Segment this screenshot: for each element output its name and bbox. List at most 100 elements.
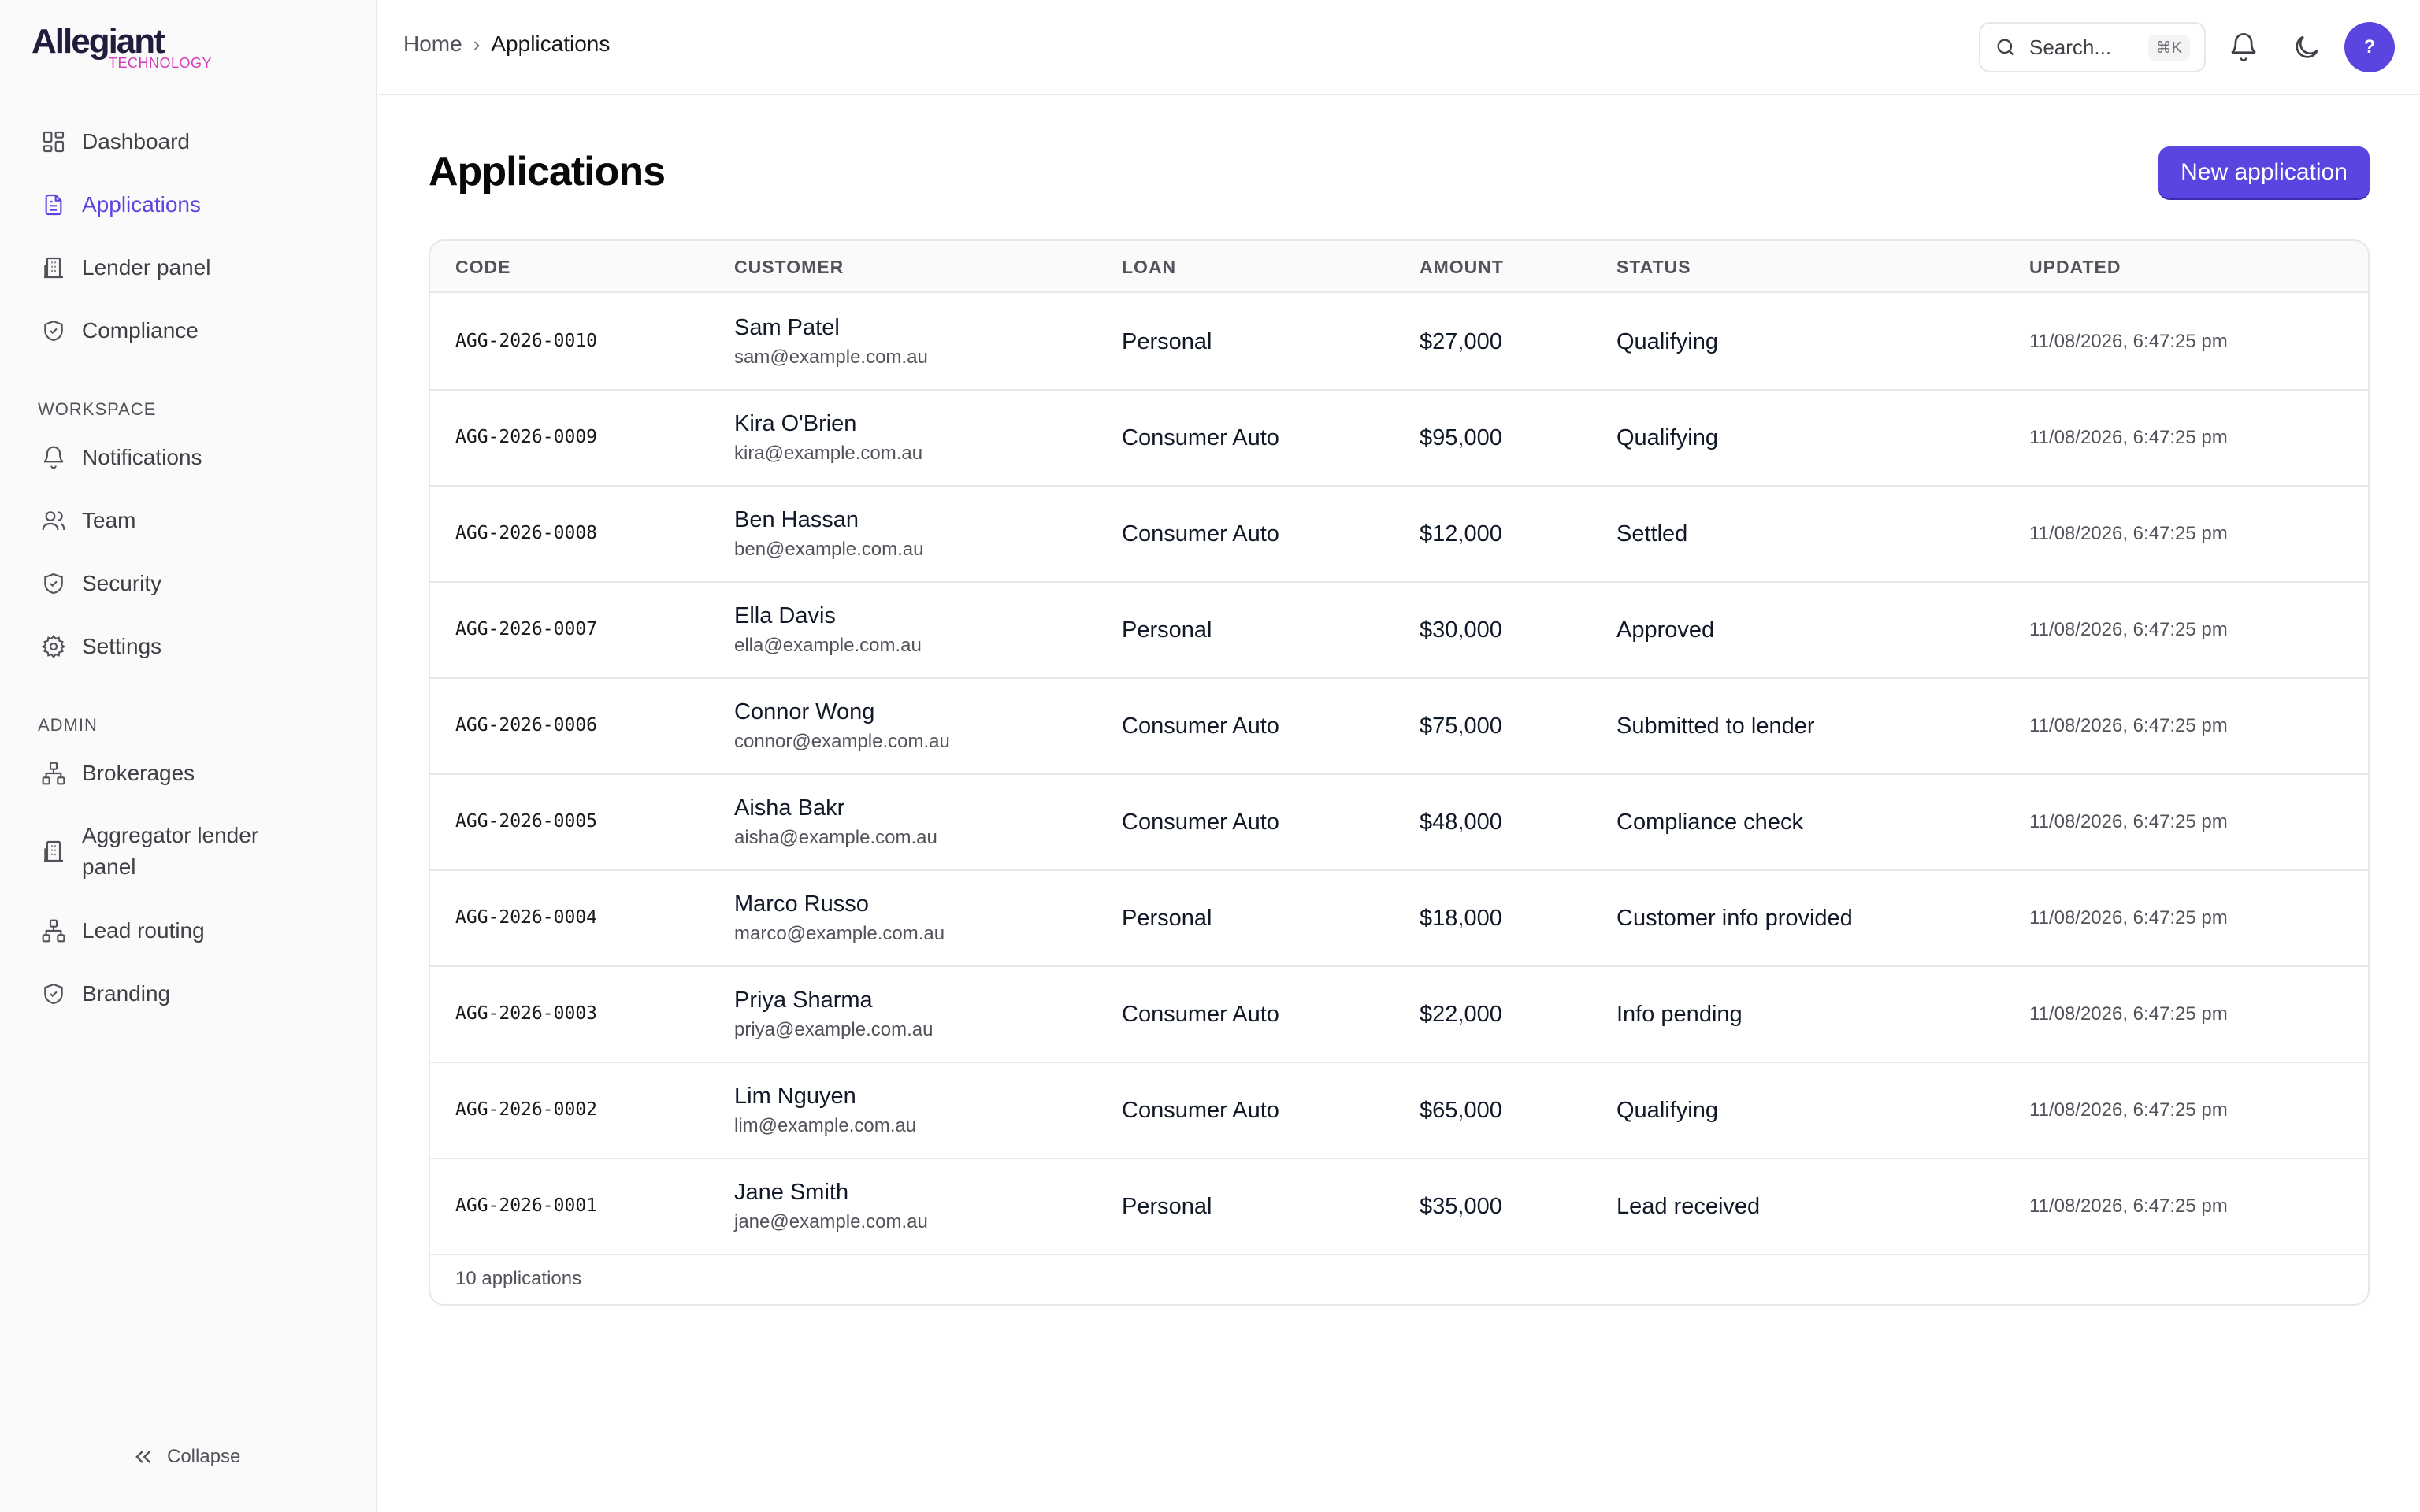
sidebar-item-settings[interactable]: Settings [41,624,356,669]
loan-type: Consumer Auto [1122,521,1279,547]
loan-type: Personal [1122,906,1212,931]
shield-check-icon [41,571,66,596]
loan-type: Personal [1122,1194,1212,1219]
loan-amount: $95,000 [1420,425,1502,450]
column-header-code[interactable]: CODE [455,257,510,278]
column-header-loan[interactable]: LOAN [1122,257,1176,278]
table-row[interactable]: AGG-2026-0001 Jane Smith jane@example.com.… [430,1159,2368,1255]
loan-amount: $65,000 [1420,1098,1502,1123]
column-header-customer[interactable]: CUSTOMER [734,257,844,278]
sidebar-item-notifications[interactable]: Notifications [41,435,356,480]
breadcrumb: Home › Applications [403,32,610,57]
updated-timestamp: 11/08/2026, 6:47:25 pm [2029,1003,2228,1025]
application-status: Settled [1616,521,1688,547]
customer-email: priya@example.com.au [734,1019,933,1040]
bell-icon [41,445,66,470]
sidebar-item-label: Team [82,508,136,532]
customer-email: ella@example.com.au [734,635,922,656]
column-header-updated[interactable]: UPDATED [2029,257,2121,278]
network-icon [41,918,66,943]
notifications-button[interactable] [2228,32,2259,63]
table-row[interactable]: AGG-2026-0009 Kira O'Brien kira@example.co… [430,391,2368,487]
table-row[interactable]: AGG-2026-0005 Aisha Bakr aisha@example.com… [430,775,2368,871]
sidebar-item-dashboard[interactable]: Dashboard [41,120,356,164]
table-row[interactable]: AGG-2026-0007 Ella Davis ella@example.com.… [430,583,2368,679]
new-application-button[interactable]: New application [2158,146,2370,198]
page-title: Applications [429,149,666,195]
customer-name: Marco Russo [734,891,869,917]
loan-type: Personal [1122,617,1212,643]
column-header-amount[interactable]: AMOUNT [1420,257,1504,278]
moon-icon [2296,35,2318,58]
theme-toggle-button[interactable] [2291,32,2322,63]
section-label-admin: ADMIN [38,715,98,735]
application-status: Lead received [1616,1194,1761,1219]
application-code: AGG-2026-0010 [455,331,598,351]
sidebar-item-lender-panel[interactable]: Lender panel [41,246,356,290]
sidebar-item-team[interactable]: Team [41,498,356,543]
table-footer-count: 10 applications [455,1268,582,1289]
loan-type: Consumer Auto [1122,1098,1279,1123]
application-code: AGG-2026-0006 [455,715,598,736]
application-code: AGG-2026-0005 [455,811,598,832]
brand-sub: TECHNOLOGY [109,55,213,71]
chevron-right-icon: › [473,32,481,56]
customer-email: aisha@example.com.au [734,827,937,848]
updated-timestamp: 11/08/2026, 6:47:25 pm [2029,715,2228,736]
users-icon [41,508,66,533]
table-row[interactable]: AGG-2026-0006 Connor Wong connor@example.c… [430,679,2368,775]
customer-name: Priya Sharma [734,988,873,1013]
search-shortcut: ⌘K [2147,34,2190,61]
sidebar-item-label: Aggregator lender panel [82,823,259,879]
loan-amount: $27,000 [1420,329,1502,354]
customer-email: marco@example.com.au [734,923,945,944]
application-status: Approved [1616,617,1715,643]
table-row[interactable]: AGG-2026-0004 Marco Russo marco@example.co… [430,871,2368,967]
customer-email: jane@example.com.au [734,1211,928,1232]
breadcrumb-home[interactable]: Home [403,32,462,57]
sidebar-item-label: Settings [82,634,162,658]
application-code: AGG-2026-0008 [455,523,598,543]
loan-type: Personal [1122,329,1212,354]
customer-email: lim@example.com.au [734,1115,917,1136]
brand-logo[interactable]: Allegiant TECHNOLOGY [32,22,221,72]
chevrons-left-icon [135,1451,150,1463]
application-status: Submitted to lender [1616,713,1815,739]
avatar[interactable]: ? [2344,22,2395,72]
sidebar-item-security[interactable]: Security [41,561,356,606]
applications-table: CODE CUSTOMER LOAN AMOUNT STATUS UPDATED… [429,239,2370,1306]
table-header: CODE CUSTOMER LOAN AMOUNT STATUS UPDATED [430,241,2368,293]
building-icon [41,255,66,280]
table-row[interactable]: AGG-2026-0008 Ben Hassan ben@example.com.a… [430,487,2368,583]
search-icon [1997,39,2014,56]
table-row[interactable]: AGG-2026-0010 Sam Patel sam@example.com.au… [430,295,2368,391]
sidebar-item-compliance[interactable]: Compliance [41,309,356,353]
application-status: Info pending [1616,1002,1743,1027]
loan-type: Consumer Auto [1122,425,1279,450]
loan-type: Consumer Auto [1122,713,1279,739]
sidebar-item-label: Notifications [82,445,202,469]
sidebar-item-brokerages[interactable]: Brokerages [41,751,356,795]
collapse-button[interactable]: Collapse [132,1446,240,1468]
customer-name: Jane Smith [734,1180,849,1205]
loan-amount: $18,000 [1420,906,1502,931]
table-row[interactable]: AGG-2026-0002 Lim Nguyen lim@example.com.a… [430,1063,2368,1159]
updated-timestamp: 11/08/2026, 6:47:25 pm [2029,811,2228,832]
search-placeholder: Search... [2029,35,2112,59]
sidebar-item-branding[interactable]: Branding [41,972,356,1016]
customer-name: Connor Wong [734,699,875,724]
loan-type: Consumer Auto [1122,1002,1279,1027]
sidebar-item-applications[interactable]: Applications [41,183,356,227]
sidebar-item-aggregator-lender-panel[interactable]: Aggregator lender panel [41,816,356,887]
search-input[interactable]: Search... ⌘K [1979,22,2206,72]
column-header-status[interactable]: STATUS [1616,257,1691,278]
sidebar-item-label: Brokerages [82,761,195,785]
sidebar-item-label: Branding [82,981,171,1006]
customer-name: Aisha Bakr [734,795,845,821]
shield-check-icon [41,981,66,1006]
dashboard-icon [41,129,66,154]
sidebar-item-lead-routing[interactable]: Lead routing [41,909,356,953]
customer-name: Ella Davis [734,603,836,628]
table-row[interactable]: AGG-2026-0003 Priya Sharma priya@example.c… [430,967,2368,1063]
sidebar-item-label: Applications [82,192,201,217]
